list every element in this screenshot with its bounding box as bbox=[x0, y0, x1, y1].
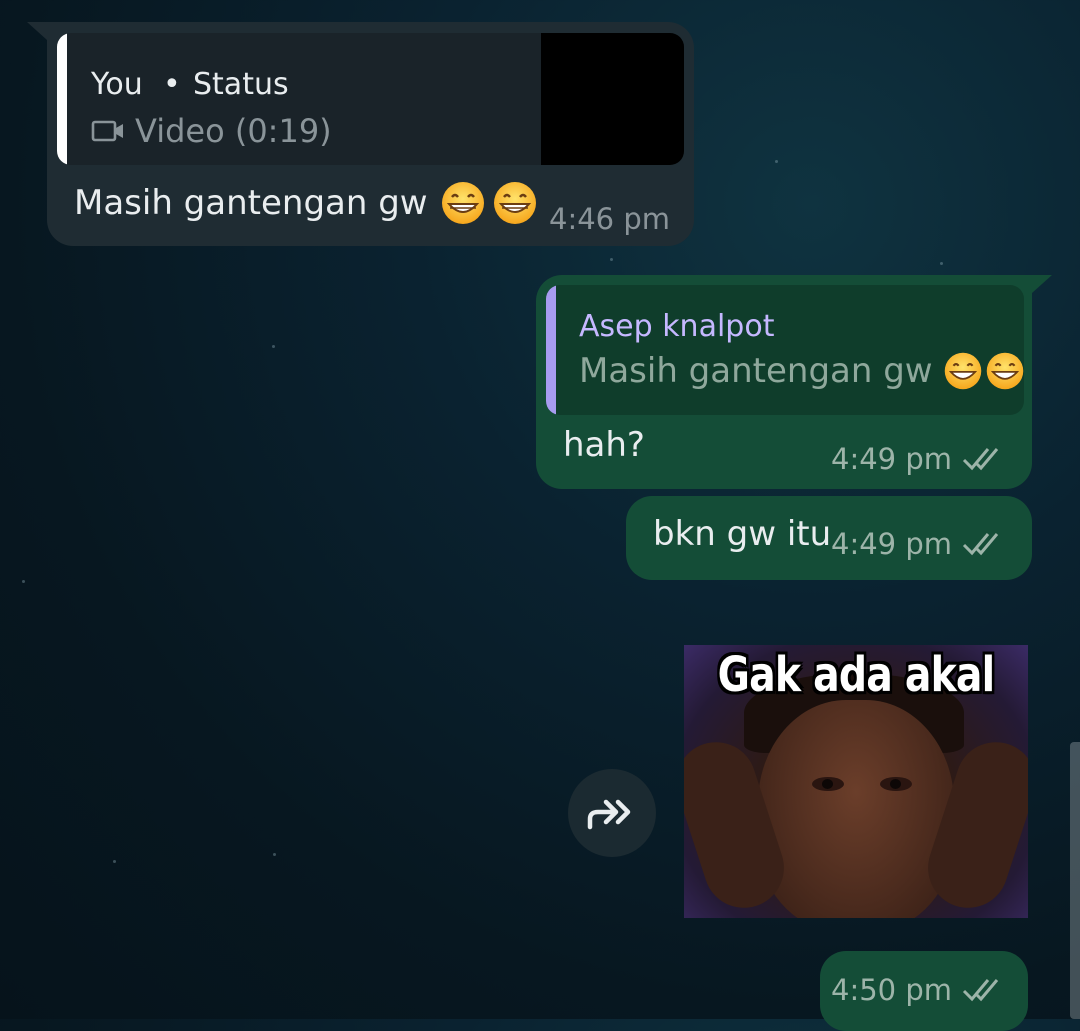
quoted-media-label: Video (0:19) bbox=[135, 112, 332, 150]
outgoing-reply-bubble[interactable]: Asep knalpot Masih gantengan gw hah? 4:4… bbox=[536, 275, 1052, 489]
message-meta: 4:49 pm bbox=[831, 442, 1008, 476]
quoted-author: Asep knalpot bbox=[579, 309, 775, 344]
message-text: bkn gw itu bbox=[653, 514, 832, 554]
background-star bbox=[273, 853, 276, 856]
double-check-icon bbox=[962, 533, 999, 556]
sticker-eye bbox=[812, 777, 844, 791]
incoming-message-bubble[interactable]: You • Status Video (0:19) Masih gantenga… bbox=[27, 22, 694, 246]
message-timestamp: 4:49 pm bbox=[831, 527, 952, 561]
incoming-message-text: Masih gantengan gw bbox=[74, 180, 538, 226]
message-text: Masih gantengan gw bbox=[74, 183, 428, 223]
status-video-thumbnail[interactable] bbox=[541, 33, 684, 165]
scrollbar-thumb[interactable] bbox=[1070, 742, 1080, 1019]
quoted-media-info: Video (0:19) bbox=[91, 112, 332, 150]
grinning-face-emoji bbox=[944, 352, 981, 390]
grinning-face-emoji bbox=[441, 182, 484, 224]
video-icon bbox=[91, 120, 123, 142]
message-meta: 4:50 pm bbox=[831, 973, 1008, 1007]
double-check-icon bbox=[962, 448, 999, 471]
quoted-source: Status bbox=[193, 67, 289, 102]
sticker-timestamp-bubble: 4:50 pm bbox=[820, 951, 1028, 1031]
sticker-eye bbox=[880, 777, 912, 791]
background-star bbox=[940, 262, 943, 265]
message-text: hah? bbox=[563, 425, 645, 465]
meme-sticker[interactable]: Gak ada akal bbox=[684, 645, 1028, 918]
background-star bbox=[272, 345, 275, 348]
background-star bbox=[113, 860, 116, 863]
message-timestamp: 4:49 pm bbox=[831, 442, 952, 476]
background-star bbox=[775, 160, 778, 163]
background-star bbox=[610, 258, 613, 261]
message-meta: 4:49 pm bbox=[831, 527, 1008, 561]
quoted-author: You bbox=[91, 67, 143, 102]
quoted-status-reply[interactable]: You • Status Video (0:19) bbox=[57, 33, 684, 165]
message-timestamp: 4:50 pm bbox=[831, 973, 952, 1007]
outgoing-message-bubble[interactable]: bkn gw itu 4:49 pm bbox=[626, 496, 1032, 580]
sticker-face bbox=[758, 700, 954, 918]
message-timestamp: 4:46 pm bbox=[549, 202, 670, 236]
grinning-face-emoji bbox=[493, 182, 536, 224]
forward-button[interactable] bbox=[568, 769, 656, 857]
quoted-text-content: Masih gantengan gw bbox=[579, 351, 933, 391]
grinning-face-emoji bbox=[986, 352, 1023, 390]
background-star bbox=[22, 580, 25, 583]
quote-accent-bar bbox=[57, 33, 67, 165]
quoted-text: Masih gantengan gw bbox=[579, 351, 1024, 391]
sticker-caption: Gak ada akal bbox=[717, 647, 996, 703]
quoted-separator: • bbox=[163, 67, 181, 102]
forward-icon bbox=[587, 799, 631, 830]
quote-accent-bar bbox=[546, 285, 556, 415]
quoted-message[interactable]: Asep knalpot Masih gantengan gw bbox=[546, 285, 1024, 415]
double-check-icon bbox=[962, 979, 999, 1002]
